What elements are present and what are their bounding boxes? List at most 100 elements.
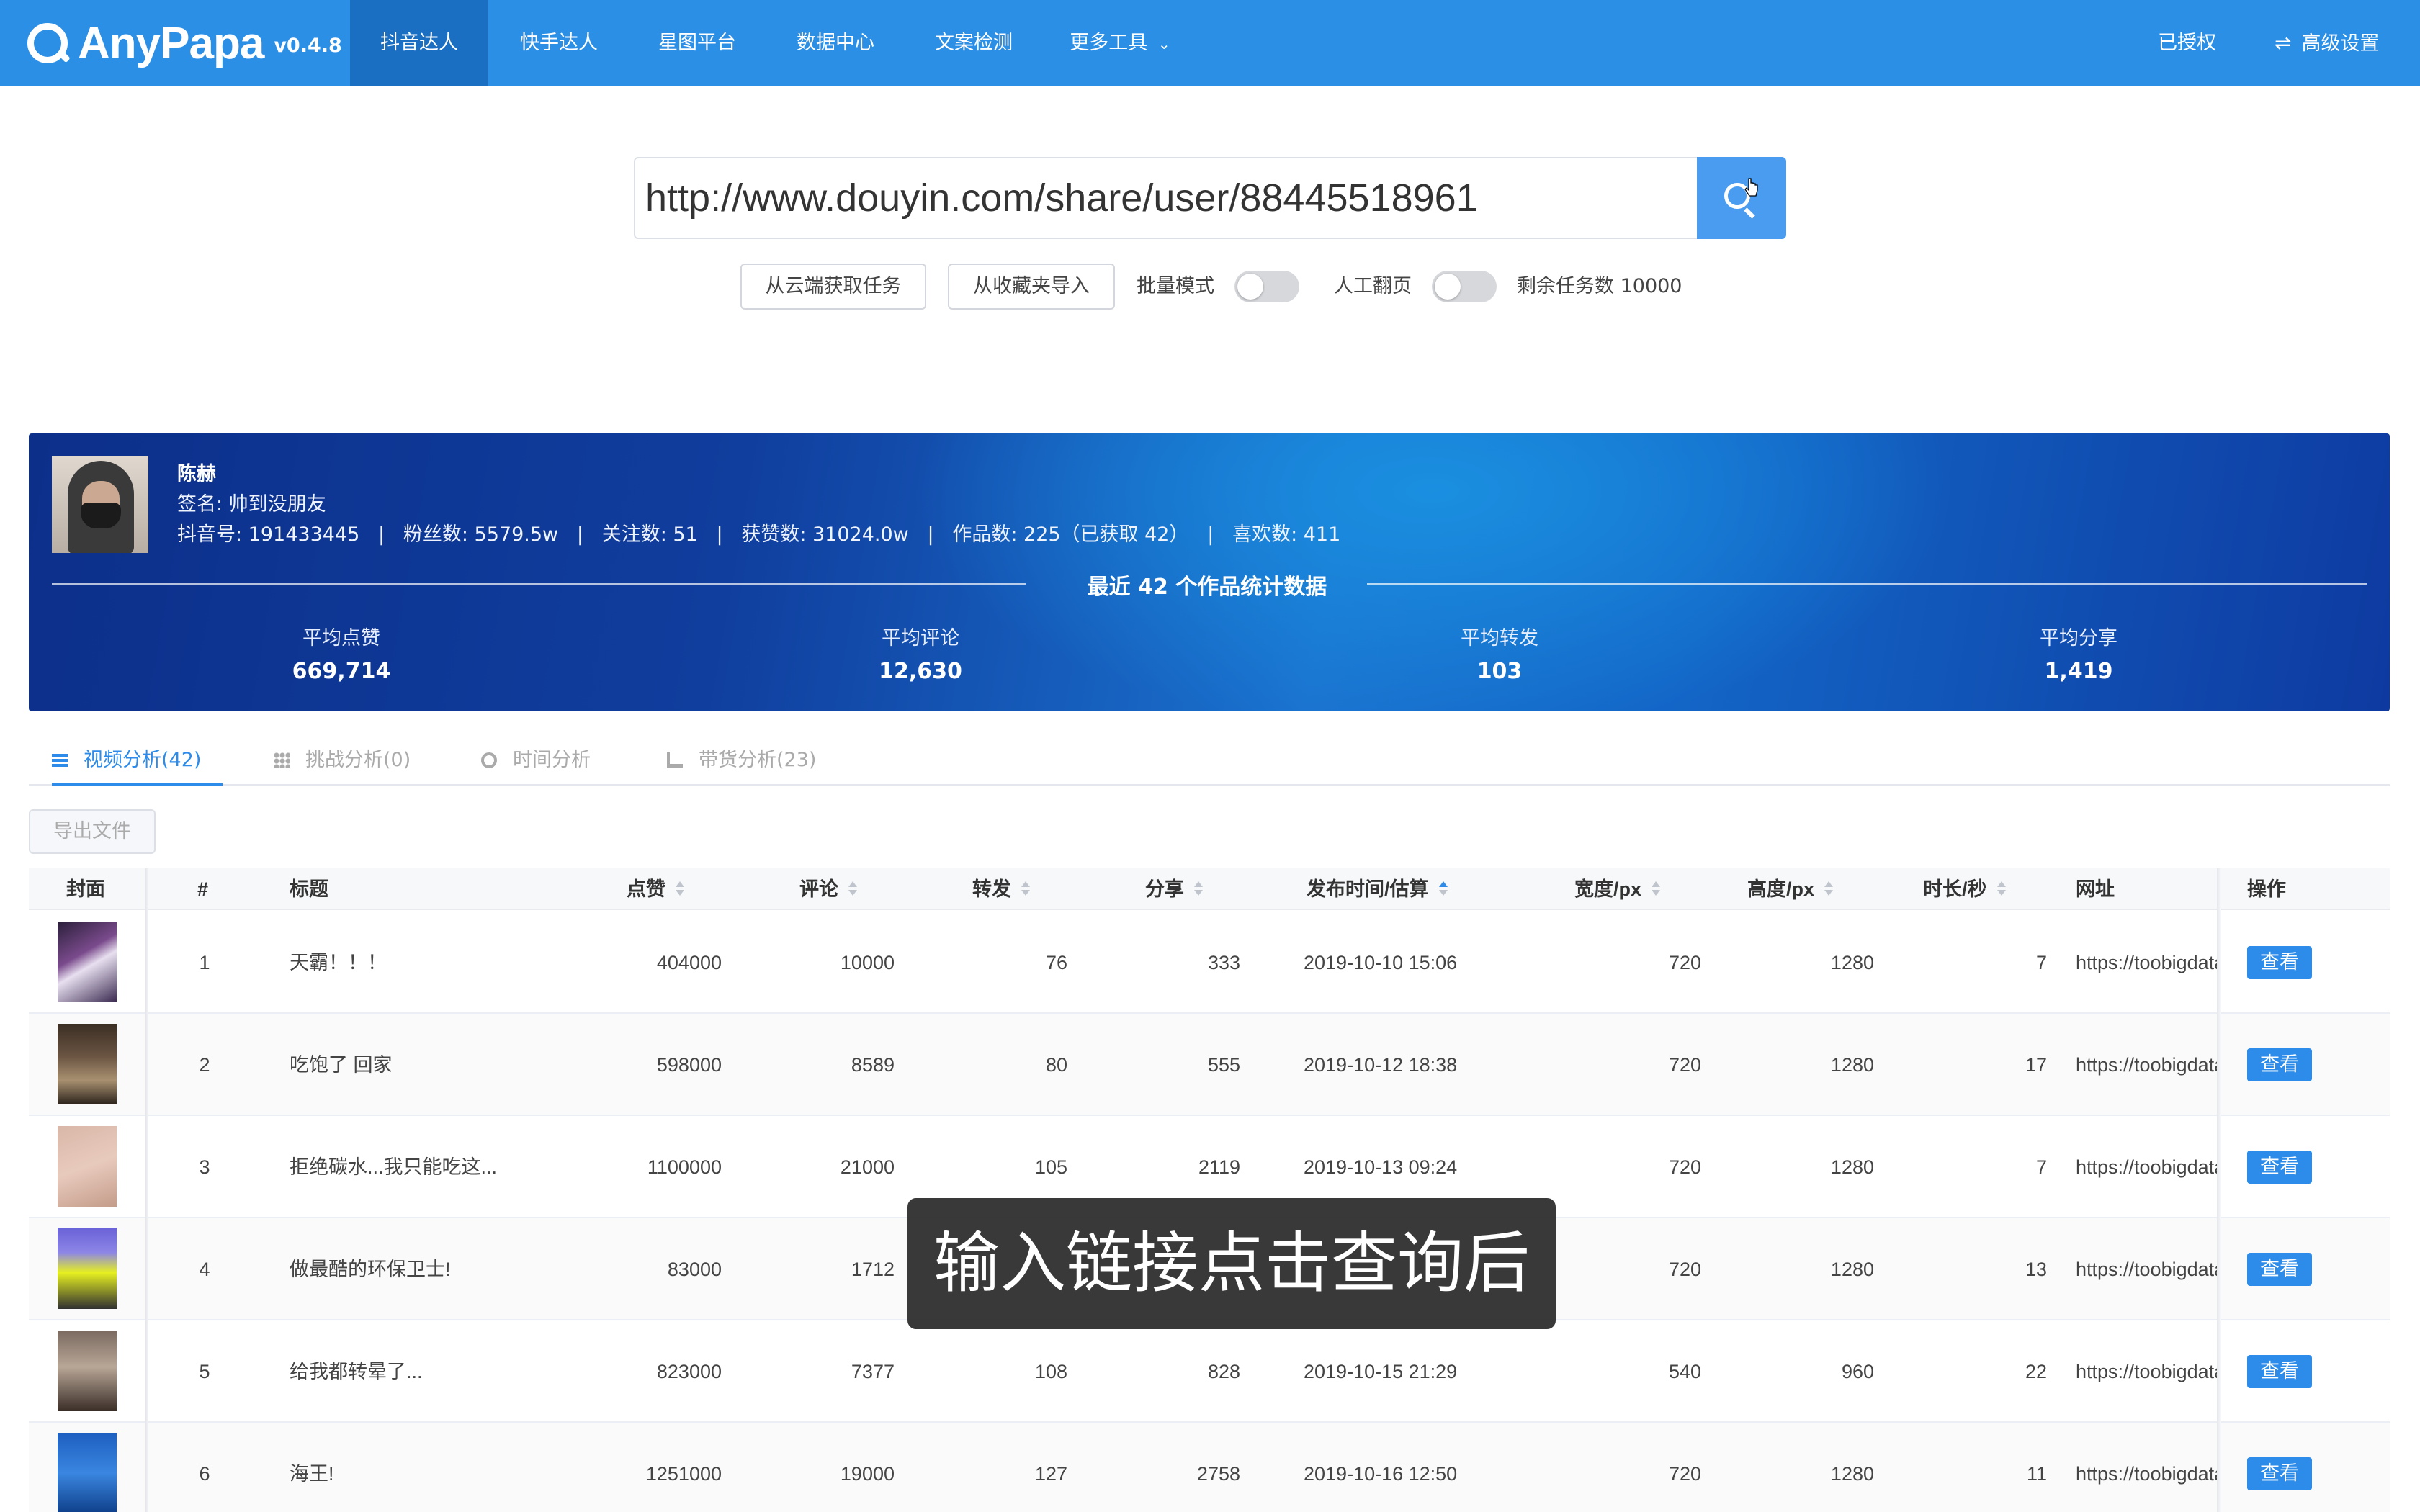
cell-title: 吃饱了 回家	[290, 1054, 393, 1076]
cell-forwards: 80	[1045, 1054, 1067, 1076]
col-comments[interactable]: 评论	[799, 868, 857, 910]
col-likes[interactable]: 点赞	[627, 868, 684, 910]
cell-duration: 22	[2025, 1361, 2047, 1382]
video-cover-thumbnail[interactable]	[58, 1433, 117, 1512]
cell-title: 拒绝碳水...我只能吃这...	[290, 1156, 498, 1178]
profile-meta: 抖音号: 191433445 | 粉丝数: 5579.5w | 关注数: 51 …	[177, 523, 1341, 546]
view-button[interactable]: 查看	[2247, 1048, 2312, 1081]
col-label: 时长/秒	[1923, 878, 1987, 900]
cell-height: 1280	[1830, 1463, 1874, 1485]
authorized-status[interactable]: 已授权	[2158, 0, 2216, 86]
app-logo[interactable]: AnyPapa v0.4.8	[27, 0, 342, 86]
manual-page-toggle[interactable]	[1432, 271, 1497, 302]
cell-width: 720	[1668, 1463, 1701, 1485]
col-publish-time[interactable]: 发布时间/估算	[1307, 868, 1448, 910]
cell-index: 6	[199, 1463, 210, 1485]
nav-item-data-center[interactable]: 数据中心	[778, 0, 893, 86]
advanced-settings-button[interactable]: ⇌ 高级设置	[2275, 0, 2379, 86]
cell-duration: 7	[2035, 952, 2047, 973]
tab-video-analysis[interactable]: 视频分析(42)	[52, 737, 223, 786]
app-name: AnyPapa	[78, 18, 264, 68]
stat-value: 1,419	[2044, 659, 2113, 684]
cell-url[interactable]: https://toobigdata	[2076, 912, 2217, 1014]
logo-icon	[27, 23, 68, 63]
cell-height: 1280	[1830, 1259, 1874, 1280]
stat-avg-forwards: 平均转发 103	[1355, 622, 1644, 684]
cell-shares: 2758	[1196, 1463, 1240, 1485]
cloud-task-button[interactable]: 从云端获取任务	[740, 264, 926, 310]
table-header: 封面 # 标题 点赞 评论 转发 分享 发布时间/估算 宽度/px 高度/px …	[29, 868, 2390, 910]
table-row: 6 海王! 1251000 19000 127 2758 2019-10-16 12:50 7…	[29, 1423, 2390, 1512]
profile-banner: 陈赫 签名: 帅到没朋友 抖音号: 191433445 | 粉丝数: 5579.…	[29, 433, 2390, 711]
batch-mode-toggle[interactable]	[1234, 271, 1299, 302]
nav-item-copy-check[interactable]: 文案检测	[916, 0, 1031, 86]
cell-url[interactable]: https://toobigdata	[2076, 1014, 2217, 1116]
nav-item-kuaishou[interactable]: 快手达人	[501, 0, 617, 86]
col-label: 发布时间/估算	[1307, 878, 1429, 900]
video-cover-thumbnail[interactable]	[58, 922, 117, 1002]
cell-likes: 404000	[656, 952, 722, 973]
cell-publish-time: 2019-10-16 12:50	[1304, 1463, 1458, 1485]
col-height[interactable]: 高度/px	[1747, 868, 1834, 910]
video-cover-thumbnail[interactable]	[58, 1126, 117, 1207]
table-row: 1 天霸！！！ 404000 10000 76 333 2019-10-10 15:06 72…	[29, 912, 2390, 1014]
cell-forwards: 76	[1045, 952, 1067, 973]
top-navbar: AnyPapa v0.4.8 抖音达人 快手达人 星图平台 数据中心 文案检测 …	[0, 0, 2420, 86]
nav-item-more-tools[interactable]: 更多工具 ⌄	[1059, 0, 1181, 86]
cell-comments: 21000	[840, 1156, 895, 1178]
pointer-cursor-icon	[1744, 178, 1758, 197]
cell-url[interactable]: https://toobigdata	[2076, 1218, 2217, 1320]
view-button[interactable]: 查看	[2247, 1457, 2312, 1490]
search-button[interactable]	[1697, 157, 1786, 239]
cell-comments: 10000	[840, 952, 895, 973]
video-cover-thumbnail[interactable]	[58, 1024, 117, 1104]
stat-label: 平均点赞	[302, 627, 380, 649]
remaining-tasks: 剩余任务数 10000	[1517, 275, 1682, 297]
list-icon	[52, 752, 68, 768]
cell-index: 2	[199, 1054, 210, 1076]
cell-index: 5	[199, 1361, 210, 1382]
cell-likes: 598000	[656, 1054, 722, 1076]
tab-sales-analysis[interactable]: 带货分析(23)	[667, 737, 816, 786]
import-favorites-button[interactable]: 从收藏夹导入	[948, 264, 1115, 310]
advanced-settings-label: 高级设置	[2301, 32, 2380, 55]
manual-page-label: 人工翻页	[1334, 275, 1412, 297]
view-button[interactable]: 查看	[2247, 1253, 2312, 1286]
col-label: 高度/px	[1747, 878, 1815, 900]
view-button[interactable]: 查看	[2247, 946, 2312, 979]
search-bar	[634, 157, 1786, 239]
batch-mode-label: 批量模式	[1137, 275, 1214, 297]
divider	[52, 583, 1026, 585]
cell-width: 540	[1668, 1361, 1701, 1382]
stat-label: 平均转发	[1461, 627, 1538, 649]
col-shares[interactable]: 分享	[1145, 868, 1203, 910]
stat-avg-likes: 平均点赞 669,714	[197, 622, 485, 684]
export-file-button[interactable]: 导出文件	[29, 809, 156, 854]
video-cover-thumbnail[interactable]	[58, 1331, 117, 1411]
sliders-icon: ⇌	[2275, 31, 2292, 55]
col-forwards[interactable]: 转发	[972, 868, 1030, 910]
url-input[interactable]	[635, 158, 1701, 238]
col-index: #	[197, 878, 209, 900]
video-cover-thumbnail[interactable]	[58, 1228, 117, 1309]
divider	[1367, 583, 2367, 585]
view-button[interactable]: 查看	[2247, 1355, 2312, 1388]
col-duration[interactable]: 时长/秒	[1923, 868, 2006, 910]
tab-time-analysis[interactable]: 时间分析	[481, 737, 591, 786]
view-button[interactable]: 查看	[2247, 1151, 2312, 1184]
nav-item-douyin[interactable]: 抖音达人	[350, 0, 488, 86]
nav-item-xingtu[interactable]: 星图平台	[640, 0, 755, 86]
col-label: 分享	[1145, 878, 1184, 900]
cell-likes: 823000	[656, 1361, 722, 1382]
chevron-down-icon: ⌄	[1157, 35, 1170, 53]
cell-height: 1280	[1830, 1156, 1874, 1178]
cell-url[interactable]: https://toobigdata	[2076, 1116, 2217, 1218]
cell-url[interactable]: https://toobigdata	[2076, 1423, 2217, 1512]
cell-height: 1280	[1830, 1054, 1874, 1076]
cell-url[interactable]: https://toobigdata	[2076, 1320, 2217, 1423]
tab-challenge-analysis[interactable]: 挑战分析(0)	[274, 737, 411, 786]
cell-title: 天霸！！！	[290, 952, 387, 973]
col-width[interactable]: 宽度/px	[1574, 868, 1661, 910]
stat-label: 平均评论	[882, 627, 959, 649]
fixed-column-divider	[2217, 868, 2221, 1512]
